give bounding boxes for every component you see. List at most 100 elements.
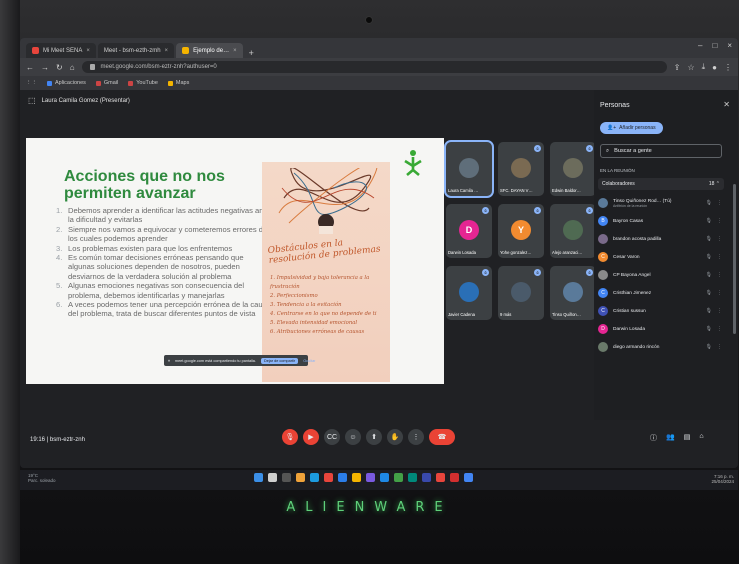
list-item[interactable]: B Bayron Casas 🎙 ⋮	[598, 212, 726, 230]
close-window-icon[interactable]: ×	[727, 41, 732, 50]
task-view-icon[interactable]	[282, 473, 291, 482]
teams-icon[interactable]	[366, 473, 375, 482]
list-item[interactable]: C Cristhian Jimenez 🎙 ⋮	[598, 284, 726, 302]
bookmark-item[interactable]: Aplicaciones	[47, 80, 86, 86]
search-icon[interactable]	[268, 473, 277, 482]
weather-widget[interactable]: 19°C Parc. soleado	[28, 473, 56, 483]
more-options-icon[interactable]: ⋮	[717, 326, 722, 332]
close-tab-icon[interactable]: ×	[86, 48, 90, 54]
app-icon[interactable]	[450, 473, 459, 482]
back-icon[interactable]: ←	[26, 63, 34, 72]
mic-muted-icon[interactable]: 🎙	[706, 200, 712, 206]
bookmark-item[interactable]: Gmail	[95, 80, 118, 86]
app-icon[interactable]	[324, 473, 333, 482]
more-options-icon[interactable]: ⋮	[717, 254, 722, 260]
mic-muted-icon[interactable]: 🎙	[706, 236, 712, 242]
mic-muted-icon[interactable]: 🎙	[706, 218, 712, 224]
more-options-icon[interactable]: ⋮	[717, 290, 722, 296]
collaborators-group[interactable]: Colaboradores 18 ⌃	[598, 178, 724, 190]
mic-muted-icon[interactable]: 🎙	[706, 290, 712, 296]
mic-muted-icon[interactable]: 🎙	[706, 344, 712, 350]
browser-tab[interactable]: Mi Meet SENA ×	[26, 43, 96, 58]
participant-tile[interactable]: D Darwin Losada ⦸	[446, 204, 492, 258]
app-icon[interactable]	[352, 473, 361, 482]
app-icon[interactable]	[380, 473, 389, 482]
new-tab-button[interactable]: +	[245, 48, 258, 58]
download-icon[interactable]: ⤓	[702, 62, 706, 72]
call-controls: 🎙 ▶ CC ☺ ⬆ ✋ ⋮ ☎	[282, 429, 455, 445]
explorer-icon[interactable]	[296, 473, 305, 482]
participant-tile[interactable]: Tinso Quiñon… ⦸	[550, 266, 596, 320]
stop-sharing-button[interactable]: Dejar de compartir	[260, 357, 299, 364]
bookmark-item[interactable]: Maps	[167, 80, 189, 86]
raise-hand-button[interactable]: ✋	[387, 429, 403, 445]
menu-icon[interactable]: ⋮	[724, 63, 732, 72]
participant-tile[interactable]: Laura Camila …	[444, 140, 494, 198]
activities-icon[interactable]: ⌂	[699, 433, 703, 443]
people-icon[interactable]: 👥	[666, 433, 675, 443]
mic-muted-icon[interactable]: 🎙	[706, 272, 712, 278]
more-options-icon[interactable]: ⋮	[717, 200, 722, 206]
maximize-icon[interactable]: □	[712, 41, 717, 50]
scrollbar[interactable]	[733, 184, 736, 334]
participant-tile[interactable]: Edwin Baldor… ⦸	[550, 142, 596, 196]
info-icon[interactable]: ⓘ	[650, 433, 657, 443]
mic-muted-icon[interactable]: 🎙	[706, 308, 712, 314]
participant-tile[interactable]: Y Yohe gonzalez… ⦸	[498, 204, 544, 258]
browser-tab[interactable]: Meet - bsm-ezth-zmh ×	[20, 43, 175, 97]
close-icon[interactable]: ✕	[723, 100, 730, 109]
reload-icon[interactable]: ↻	[56, 63, 63, 72]
leave-call-button[interactable]: ☎	[429, 429, 455, 445]
participant-tile[interactable]: 9 más ⦸	[498, 266, 544, 320]
list-item[interactable]: Tinso Quiñonez Rod… (Tú) Anfitrión de la …	[598, 194, 726, 212]
list-item[interactable]: CP Bayona Angel 🎙 ⋮	[598, 266, 726, 284]
list-item[interactable]: C Cristian sussun 🎙 ⋮	[598, 302, 726, 320]
app-icon[interactable]	[408, 473, 417, 482]
app-icon[interactable]	[422, 473, 431, 482]
minimize-icon[interactable]: –	[698, 41, 702, 50]
forward-icon[interactable]: →	[41, 63, 49, 72]
participant-tile[interactable]: SFC. DAYAN V… ⦸	[498, 142, 544, 196]
app-icon[interactable]	[464, 473, 473, 482]
mic-muted-icon[interactable]: 🎙	[706, 254, 712, 260]
list-item[interactable]: D Darwin Losada 🎙 ⋮	[598, 320, 726, 338]
mic-off-button[interactable]: 🎙	[282, 429, 298, 445]
participant-tile[interactable]: Javier Cadena ⦸	[446, 266, 492, 320]
search-people-input[interactable]: ⌕ Buscar a gente	[600, 144, 722, 158]
chrome-icon[interactable]	[436, 473, 445, 482]
chat-icon[interactable]: ▤	[684, 433, 691, 443]
more-options-icon[interactable]: ⋮	[717, 344, 722, 350]
more-options-icon[interactable]: ⋮	[717, 236, 722, 242]
more-options-button[interactable]: ⋮	[408, 429, 424, 445]
system-tray[interactable]: 7:16 p. m. 25/04/2024	[711, 474, 734, 484]
address-bar[interactable]: meet.google.com/bsm-eztr-znh?authuser=0	[81, 61, 667, 73]
list-item[interactable]: brandon acosta padilla 🎙 ⋮	[598, 230, 726, 248]
more-options-icon[interactable]: ⋮	[717, 272, 722, 278]
list-item[interactable]: diego armando rincón 🎙 ⋮	[598, 338, 726, 356]
bookmark-item[interactable]: YouTube	[128, 80, 158, 86]
add-people-button[interactable]: 👤+ Añadir personas	[600, 122, 663, 134]
present-button[interactable]: ⬆	[366, 429, 382, 445]
profile-icon[interactable]: ●	[712, 63, 717, 72]
mic-muted-icon[interactable]: 🎙	[706, 326, 712, 332]
list-item[interactable]: C Cesar Varon 🎙 ⋮	[598, 248, 726, 266]
word-icon[interactable]	[338, 473, 347, 482]
close-tab-icon[interactable]: ×	[165, 48, 169, 54]
participant-tile[interactable]: Alejo aranzaci… ⦸	[550, 204, 596, 258]
emoji-button[interactable]: ☺	[345, 429, 361, 445]
camera-off-button[interactable]: ▶	[303, 429, 319, 445]
more-options-icon[interactable]: ⋮	[717, 218, 722, 224]
slide-bullet-list: 1. Debemos aprender a identificar las act…	[56, 206, 272, 319]
edge-icon[interactable]	[310, 473, 319, 482]
apps-icon[interactable]: ⋮⋮	[26, 80, 37, 86]
star-icon[interactable]: ☆	[687, 63, 694, 72]
share-icon[interactable]: ⇪	[674, 63, 681, 72]
start-icon[interactable]	[254, 473, 263, 482]
excel-icon[interactable]	[394, 473, 403, 482]
browser-tab-active[interactable]: Ejemplo de… ×	[176, 43, 243, 58]
captions-button[interactable]: CC	[324, 429, 340, 445]
close-tab-icon[interactable]: ×	[233, 48, 237, 54]
more-options-icon[interactable]: ⋮	[717, 308, 722, 314]
home-icon[interactable]: ⌂	[70, 63, 75, 72]
hide-notice-button[interactable]: Ocultar	[303, 359, 315, 363]
